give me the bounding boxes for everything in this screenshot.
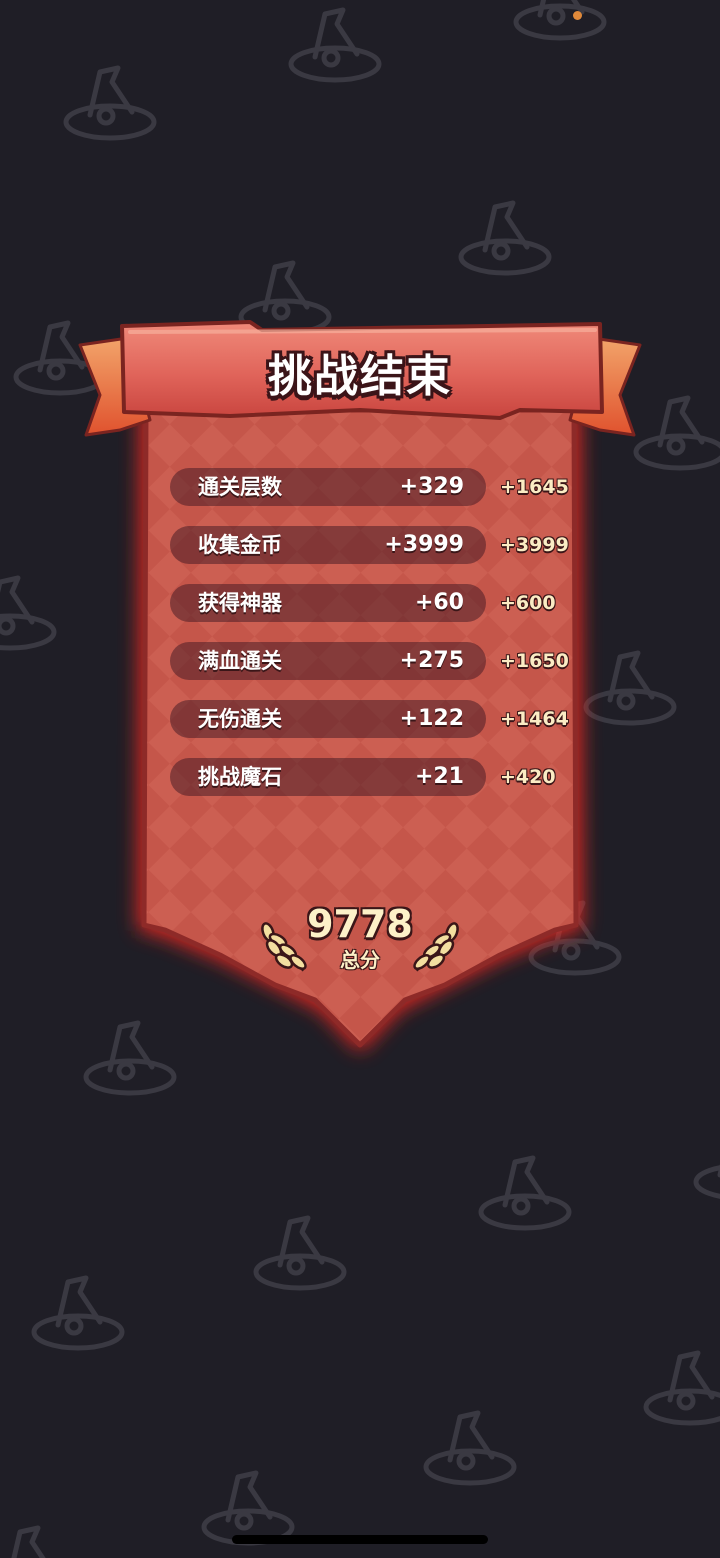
home-indicator[interactable]	[232, 1535, 488, 1544]
score-breakdown-list: 通关层数 +329 +1645 收集金币 +3999 +3999 获得神器 +6…	[170, 468, 590, 816]
row-count: +3999	[384, 532, 464, 557]
row-points: +420	[500, 766, 556, 788]
row-count: +275	[399, 648, 464, 673]
row-count: +329	[399, 474, 464, 499]
row-label: 通关层数	[198, 475, 282, 499]
row-points: +3999	[500, 534, 569, 556]
total-score-label: 总分	[340, 948, 380, 972]
row-count: +60	[414, 590, 464, 615]
witch-hat-icon	[423, 1410, 517, 1486]
row-count: +122	[399, 706, 464, 731]
list-item: 无伤通关 +122 +1464	[170, 700, 590, 738]
witch-hat-icon	[11, 1525, 46, 1558]
row-label: 获得神器	[198, 591, 282, 615]
row-count: +21	[414, 764, 464, 789]
witch-hat-icon	[31, 1275, 125, 1351]
list-item: 挑战魔石 +21 +420	[170, 758, 590, 796]
game-result-screen: 挑战结束 通关层数 +329 +1645 收集金币 +3999 +3999 获得…	[0, 0, 720, 1558]
row-label: 挑战魔石	[198, 765, 282, 789]
row-points: +1650	[500, 650, 569, 672]
list-item: 满血通关 +275 +1650	[170, 642, 590, 680]
result-title: 挑战结束	[268, 351, 452, 402]
row-label: 收集金币	[198, 533, 282, 557]
witch-hat-icon	[253, 1215, 347, 1291]
list-item: 收集金币 +3999 +3999	[170, 526, 590, 564]
witch-hat-icon	[693, 1163, 720, 1199]
row-label: 无伤通关	[198, 707, 282, 731]
witch-hat-icon	[478, 1155, 572, 1231]
row-label: 满血通关	[198, 649, 282, 673]
row-points: +1645	[500, 476, 569, 498]
total-score-value: 9778	[307, 902, 413, 946]
row-points: +600	[500, 592, 556, 614]
witch-hat-icon	[643, 1350, 720, 1426]
list-item: 通关层数 +329 +1645	[170, 468, 590, 506]
row-points: +1464	[500, 708, 569, 730]
total-score: 9778 总分	[0, 900, 720, 972]
list-item: 获得神器 +60 +600	[170, 584, 590, 622]
